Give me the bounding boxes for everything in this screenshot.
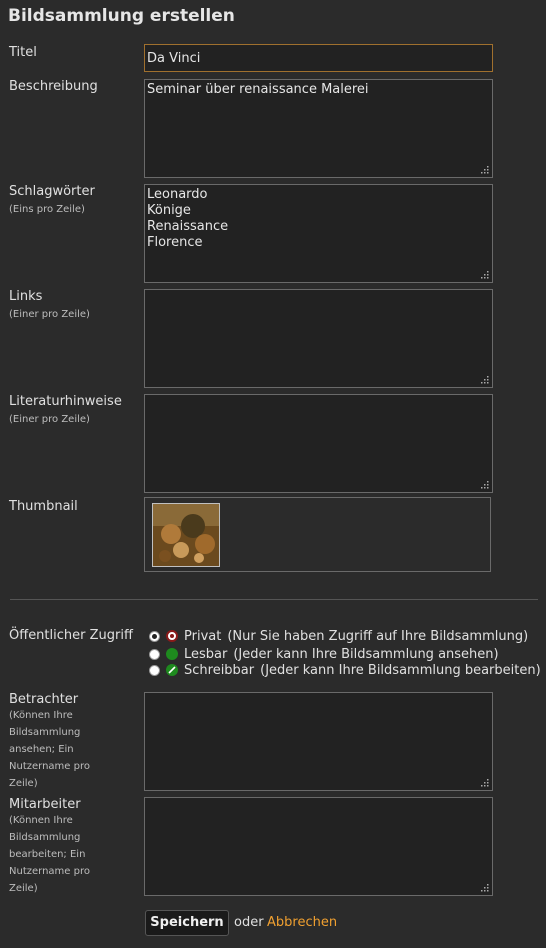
cancel-link[interactable]: Abbrechen (267, 915, 337, 930)
mitarbeiter-hint: (Können Ihre Bildsammlung bearbeiten; Ei… (9, 812, 90, 897)
betrachter-hint-line: Nutzername pro (9, 761, 90, 772)
beschreibung-textarea[interactable]: Seminar über renaissance Malerei (144, 79, 493, 178)
betrachter-hint-line: (Können Ihre (9, 710, 73, 721)
zugriff-label: Öffentlicher Zugriff (9, 628, 133, 643)
betrachter-hint-line: Zeile) (9, 778, 38, 789)
betrachter-textarea[interactable] (144, 692, 493, 791)
zugriff-option-schreibbar[interactable]: Schreibbar (Jeder kann Ihre Bildsammlung… (149, 662, 541, 678)
resize-grip-icon[interactable] (481, 481, 489, 489)
literatur-hint: (Einer pro Zeile) (9, 414, 90, 425)
mitarbeiter-hint-line: Zeile) (9, 883, 38, 894)
mitarbeiter-textarea[interactable] (144, 797, 493, 896)
links-label-text: Links (9, 289, 43, 304)
titel-value: Da Vinci (147, 51, 201, 66)
schlagwoerter-textarea[interactable]: Leonardo Könige Renaissance Florence (144, 184, 493, 283)
mitarbeiter-label: Mitarbeiter (Können Ihre Bildsammlung be… (9, 797, 90, 897)
mitarbeiter-hint-line: Bildsammlung (9, 832, 81, 843)
privat-desc: (Nur Sie haben Zugriff auf Ihre Bildsamm… (227, 628, 529, 644)
privat-radio[interactable] (149, 630, 160, 642)
schreibbar-name: Schreibbar (184, 662, 255, 678)
titel-label: Titel (9, 45, 37, 60)
links-label: Links (Einer pro Zeile) (9, 289, 90, 323)
green-dot-icon (166, 648, 178, 660)
beschreibung-value: Seminar über renaissance Malerei (147, 82, 369, 97)
betrachter-label: Betrachter (Können Ihre Bildsammlung ans… (9, 692, 90, 792)
literatur-textarea[interactable] (144, 394, 493, 493)
schreibbar-desc: (Jeder kann Ihre Bildsammlung bearbeiten… (260, 662, 541, 678)
schlagwoerter-value: Leonardo Könige Renaissance Florence (147, 187, 229, 250)
save-button[interactable]: Speichern (145, 910, 229, 936)
beschreibung-label: Beschreibung (9, 79, 98, 94)
schreibbar-radio[interactable] (149, 664, 160, 676)
lock-red-icon (166, 630, 178, 642)
resize-grip-icon[interactable] (481, 884, 489, 892)
or-text: oder (234, 915, 264, 930)
zugriff-option-lesbar[interactable]: Lesbar (Jeder kann Ihre Bildsammlung ans… (149, 646, 499, 662)
page-title: Bildsammlung erstellen (8, 6, 235, 26)
mitarbeiter-hint-line: Nutzername pro (9, 866, 90, 877)
thumbnail-box (144, 497, 491, 572)
schlagwoerter-hint: (Eins pro Zeile) (9, 204, 85, 215)
zugriff-option-privat[interactable]: Privat (Nur Sie haben Zugriff auf Ihre B… (149, 628, 528, 644)
thumbnail-image[interactable] (152, 503, 220, 567)
thumbnail-label: Thumbnail (9, 499, 78, 514)
betrachter-hint-line: Bildsammlung (9, 727, 81, 738)
mitarbeiter-label-text: Mitarbeiter (9, 797, 81, 812)
links-hint: (Einer pro Zeile) (9, 309, 90, 320)
resize-grip-icon[interactable] (481, 166, 489, 174)
literatur-label: Literaturhinweise (Einer pro Zeile) (9, 394, 122, 428)
lesbar-name: Lesbar (184, 646, 228, 662)
privat-name: Privat (184, 628, 222, 644)
mitarbeiter-hint-line: bearbeiten; Ein (9, 849, 86, 860)
section-divider (10, 599, 538, 600)
betrachter-hint-line: ansehen; Ein (9, 744, 74, 755)
literatur-label-text: Literaturhinweise (9, 394, 122, 409)
schlagwoerter-label: Schlagwörter (Eins pro Zeile) (9, 184, 95, 218)
resize-grip-icon[interactable] (481, 779, 489, 787)
lesbar-radio[interactable] (149, 648, 160, 660)
mitarbeiter-hint-line: (Können Ihre (9, 815, 73, 826)
titel-input[interactable]: Da Vinci (144, 44, 493, 72)
betrachter-hint: (Können Ihre Bildsammlung ansehen; Ein N… (9, 707, 90, 792)
betrachter-label-text: Betrachter (9, 692, 79, 707)
schlagwoerter-label-text: Schlagwörter (9, 184, 95, 199)
lesbar-desc: (Jeder kann Ihre Bildsammlung ansehen) (233, 646, 499, 662)
resize-grip-icon[interactable] (481, 376, 489, 384)
resize-grip-icon[interactable] (481, 271, 489, 279)
green-pencil-icon (166, 664, 178, 676)
links-textarea[interactable] (144, 289, 493, 388)
